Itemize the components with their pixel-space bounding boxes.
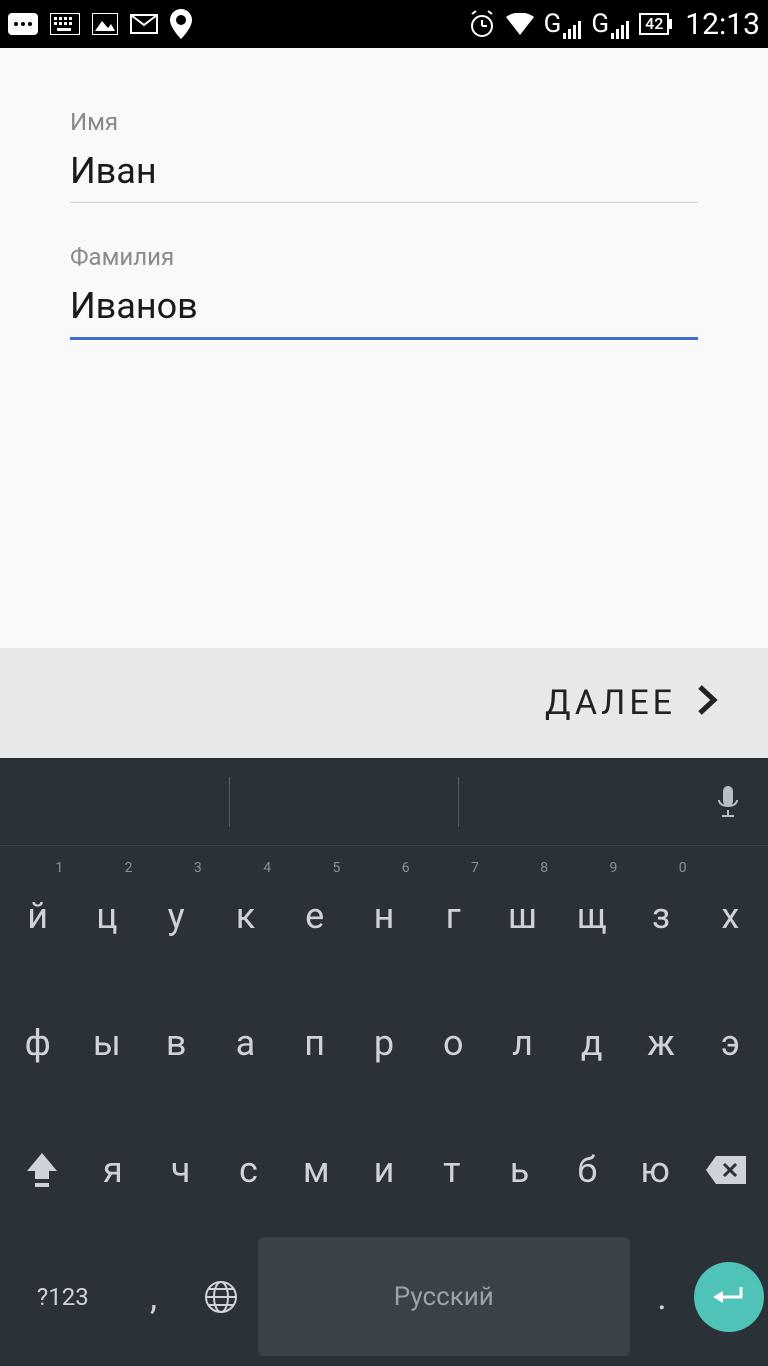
key-ч[interactable]: ч bbox=[148, 1110, 214, 1229]
first-name-label: Имя bbox=[70, 108, 698, 136]
enter-key[interactable] bbox=[694, 1262, 764, 1332]
wifi-icon bbox=[506, 13, 534, 35]
next-button-label: ДАЛЕЕ bbox=[545, 683, 676, 723]
chevron-right-icon bbox=[696, 680, 718, 727]
key-б[interactable]: б bbox=[554, 1110, 620, 1229]
key-г[interactable]: г7 bbox=[420, 856, 487, 975]
backspace-key[interactable] bbox=[690, 1110, 762, 1229]
key-к[interactable]: к4 bbox=[212, 856, 279, 975]
key-и[interactable]: и bbox=[351, 1110, 417, 1229]
underline-focused bbox=[70, 337, 698, 340]
key-д[interactable]: д bbox=[558, 983, 625, 1102]
comma-key[interactable]: , bbox=[124, 1237, 184, 1356]
last-name-label: Фамилия bbox=[70, 243, 698, 271]
first-name-field: Имя bbox=[70, 108, 698, 203]
keyboard: й1ц2у3к4е5н6г7ш8щ9з0х фывапролджэ ячсмит… bbox=[0, 758, 768, 1366]
shift-key[interactable] bbox=[6, 1110, 78, 1229]
key-н[interactable]: н6 bbox=[350, 856, 417, 975]
key-з[interactable]: з0 bbox=[627, 856, 694, 975]
last-name-input[interactable] bbox=[70, 279, 698, 337]
notification-more-icon bbox=[8, 13, 38, 35]
image-notification-icon bbox=[92, 13, 118, 35]
mic-button[interactable] bbox=[688, 784, 768, 820]
key-ф[interactable]: ф bbox=[4, 983, 71, 1102]
location-notification-icon bbox=[170, 9, 192, 39]
key-о[interactable]: о bbox=[420, 983, 487, 1102]
key-ю[interactable]: ю bbox=[622, 1110, 688, 1229]
key-с[interactable]: с bbox=[216, 1110, 282, 1229]
key-т[interactable]: т bbox=[419, 1110, 485, 1229]
signal-2: G bbox=[591, 9, 629, 39]
key-й[interactable]: й1 bbox=[4, 856, 71, 975]
key-ж[interactable]: ж bbox=[627, 983, 694, 1102]
keyboard-notification-icon bbox=[50, 13, 80, 35]
next-bar: ДАЛЕЕ bbox=[0, 648, 768, 758]
key-л[interactable]: л bbox=[489, 983, 556, 1102]
clock: 12:13 bbox=[685, 7, 760, 42]
mail-notification-icon bbox=[130, 14, 158, 34]
last-name-field: Фамилия bbox=[70, 243, 698, 340]
globe-key[interactable] bbox=[186, 1237, 256, 1356]
key-ш[interactable]: ш8 bbox=[489, 856, 556, 975]
separator bbox=[458, 777, 459, 827]
first-name-input[interactable] bbox=[70, 144, 698, 202]
underline bbox=[70, 202, 698, 203]
key-е[interactable]: е5 bbox=[281, 856, 348, 975]
signal-1: G bbox=[544, 9, 582, 39]
key-в[interactable]: в bbox=[143, 983, 210, 1102]
key-э[interactable]: э bbox=[697, 983, 764, 1102]
key-ц[interactable]: ц2 bbox=[73, 856, 140, 975]
battery-icon: 42 bbox=[639, 13, 669, 35]
key-м[interactable]: м bbox=[283, 1110, 349, 1229]
symbols-key[interactable]: ?123 bbox=[4, 1237, 122, 1356]
key-а[interactable]: а bbox=[212, 983, 279, 1102]
period-key[interactable]: . bbox=[632, 1237, 692, 1356]
key-я[interactable]: я bbox=[80, 1110, 146, 1229]
next-button[interactable]: ДАЛЕЕ bbox=[545, 680, 718, 727]
key-ы[interactable]: ы bbox=[73, 983, 140, 1102]
alarm-icon bbox=[468, 10, 496, 38]
key-ь[interactable]: ь bbox=[487, 1110, 553, 1229]
key-х[interactable]: х bbox=[697, 856, 764, 975]
separator bbox=[229, 777, 230, 827]
key-р[interactable]: р bbox=[350, 983, 417, 1102]
form-area: Имя Фамилия bbox=[0, 48, 768, 648]
status-bar: G G 42 12:13 bbox=[0, 0, 768, 48]
key-у[interactable]: у3 bbox=[143, 856, 210, 975]
key-п[interactable]: п bbox=[281, 983, 348, 1102]
space-key[interactable]: Русский bbox=[258, 1237, 630, 1356]
suggestion-bar bbox=[0, 758, 768, 846]
key-щ[interactable]: щ9 bbox=[558, 856, 625, 975]
